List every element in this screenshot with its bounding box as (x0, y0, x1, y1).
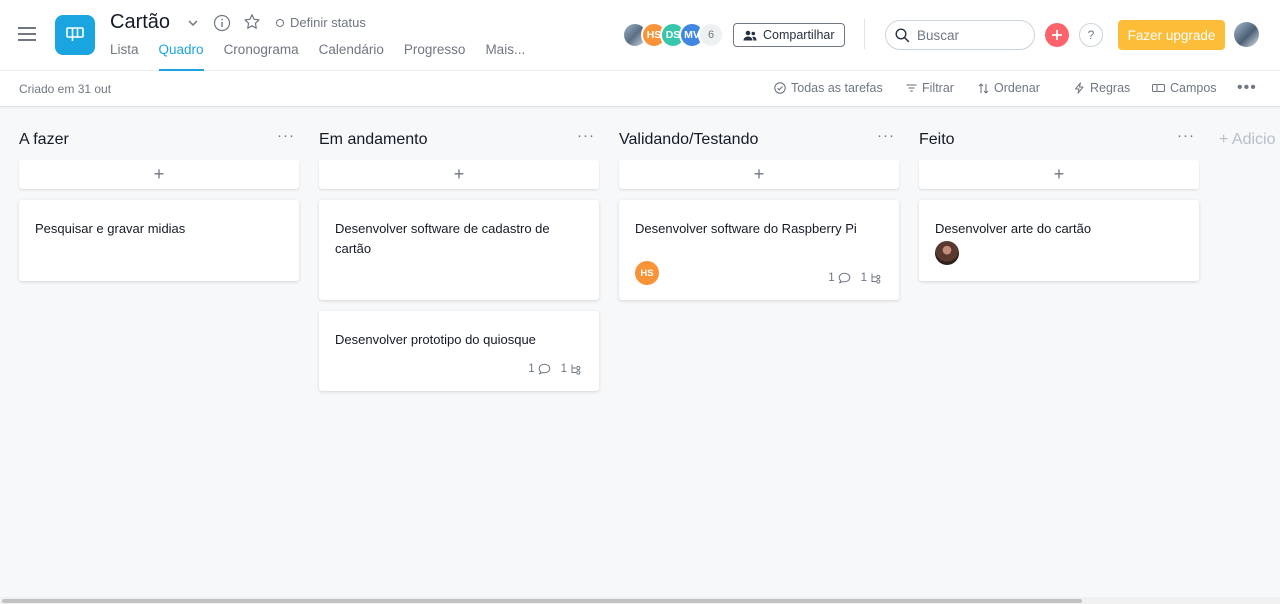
people-icon (743, 30, 757, 40)
set-status-button[interactable]: Definir status (276, 15, 366, 30)
tab-mais[interactable]: Mais... (485, 42, 525, 71)
tab-progresso[interactable]: Progresso (404, 42, 466, 71)
hamburger-menu-icon[interactable] (18, 27, 36, 41)
comment-count: 1 (828, 272, 850, 284)
task-title: Desenvolver software de cadastro de cart… (335, 221, 550, 256)
plus-icon (1052, 30, 1062, 40)
fields-icon (1152, 83, 1165, 93)
task-card[interactable]: Desenvolver prototipo do quiosque 1 1 (319, 311, 599, 391)
sort-icon (978, 82, 989, 94)
column-title[interactable]: Em andamento (319, 131, 599, 149)
tab-quadro[interactable]: Quadro (158, 42, 204, 71)
upgrade-button[interactable]: Fazer upgrade (1118, 20, 1225, 50)
column-menu-icon[interactable]: ··· (1177, 127, 1195, 144)
plus-icon: + (153, 164, 165, 184)
chevron-down-icon[interactable] (184, 14, 202, 32)
column-title[interactable]: Validando/Testando (619, 131, 899, 149)
board-area: A fazer ··· + Pesquisar e gravar midias … (0, 107, 1280, 597)
column-header: A fazer ··· (19, 127, 299, 151)
rules-label: Regras (1090, 81, 1131, 95)
all-tasks-filter[interactable]: Todas as tarefas (774, 81, 883, 95)
task-meta: 1 1 (828, 272, 883, 284)
fields-button[interactable]: Campos (1152, 81, 1217, 95)
add-task-button[interactable]: + (19, 160, 299, 189)
sort-button[interactable]: Ordenar (978, 81, 1040, 95)
add-task-button[interactable]: + (919, 160, 1199, 189)
subtask-icon (871, 273, 881, 284)
subtask-icon (571, 364, 581, 375)
column-menu-icon[interactable]: ··· (277, 127, 295, 144)
tab-lista[interactable]: Lista (110, 42, 139, 71)
task-title: Desenvolver prototipo do quiosque (335, 332, 536, 347)
add-task-button[interactable]: + (619, 160, 899, 189)
column-header: Validando/Testando ··· (619, 127, 899, 151)
check-circle-icon (774, 82, 786, 94)
scrollbar-thumb[interactable] (2, 599, 1082, 603)
plus-icon: + (453, 164, 465, 184)
tab-cronograma[interactable]: Cronograma (224, 42, 299, 71)
assignee-avatar[interactable] (935, 241, 959, 265)
comment-count-value: 1 (528, 363, 535, 375)
subtask-count-value: 1 (860, 272, 867, 284)
project-board-icon (55, 15, 95, 55)
set-status-label: Definir status (290, 15, 366, 30)
add-task-button[interactable]: + (319, 160, 599, 189)
comment-icon (538, 363, 550, 375)
column-menu-icon[interactable]: ··· (877, 127, 895, 144)
filter-label: Filtrar (922, 81, 954, 95)
info-icon[interactable] (213, 14, 231, 32)
rules-button[interactable]: Regras (1074, 81, 1130, 95)
column-menu-icon[interactable]: ··· (577, 127, 595, 144)
column-header: Feito ··· (919, 127, 1199, 151)
subtask-count: 1 (861, 272, 883, 284)
comment-count-value: 1 (828, 272, 835, 284)
filter-button[interactable]: Filtrar (906, 81, 954, 95)
task-card[interactable]: Desenvolver arte do cartão (919, 200, 1199, 281)
board-toolbar: Criado em 31 out Todas as tarefas Filtra… (0, 71, 1280, 107)
search-box[interactable] (885, 20, 1035, 50)
task-card[interactable]: Pesquisar e gravar midias (19, 200, 299, 281)
task-title: Desenvolver arte do cartão (935, 221, 1092, 236)
sort-label: Ordenar (994, 81, 1040, 95)
header-divider (864, 19, 865, 49)
column-title[interactable]: Feito (919, 131, 1199, 149)
project-members[interactable]: HS DS MV 6 (622, 22, 724, 48)
quick-add-button[interactable] (1045, 23, 1069, 47)
task-title: Desenvolver software do Raspberry Pi (635, 221, 857, 236)
column-title[interactable]: A fazer (19, 131, 299, 149)
top-header: Cartão Definir status Lista Quadro Crono… (0, 0, 1280, 71)
subtask-count-value: 1 (560, 363, 567, 375)
assignee-avatar[interactable]: HS (635, 261, 659, 285)
plus-icon: + (753, 164, 765, 184)
view-tabs: Lista Quadro Cronograma Calendário Progr… (110, 42, 545, 71)
lightning-icon (1075, 82, 1084, 94)
user-avatar[interactable] (1234, 22, 1259, 47)
subtask-count: 1 (561, 363, 583, 375)
horizontal-scrollbar[interactable] (0, 597, 1280, 604)
filter-icon (906, 84, 917, 92)
all-tasks-label: Todas as tarefas (791, 81, 883, 95)
help-button[interactable]: ? (1079, 23, 1103, 47)
search-icon (895, 27, 910, 42)
project-title[interactable]: Cartão (110, 11, 170, 34)
task-card[interactable]: Desenvolver software do Raspberry Pi HS … (619, 200, 899, 300)
tab-calendario[interactable]: Calendário (319, 42, 384, 71)
star-icon[interactable] (243, 13, 261, 31)
search-input[interactable] (917, 27, 1027, 43)
more-options-icon[interactable]: ••• (1237, 80, 1257, 96)
member-count[interactable]: 6 (698, 22, 724, 48)
share-button[interactable]: Compartilhar (733, 23, 845, 47)
task-title: Pesquisar e gravar midias (35, 221, 186, 236)
comment-count: 1 (528, 363, 550, 375)
column-header: Em andamento ··· (319, 127, 599, 151)
status-circle-icon (276, 18, 284, 27)
task-card[interactable]: Desenvolver software de cadastro de cart… (319, 200, 599, 300)
plus-icon: + (1053, 164, 1065, 184)
created-date: Criado em 31 out (19, 82, 112, 96)
share-label: Compartilhar (763, 28, 835, 42)
task-meta: 1 1 (528, 363, 583, 375)
add-column-button[interactable]: + Adicio (1219, 131, 1275, 149)
comment-icon (838, 272, 850, 284)
fields-label: Campos (1170, 81, 1217, 95)
